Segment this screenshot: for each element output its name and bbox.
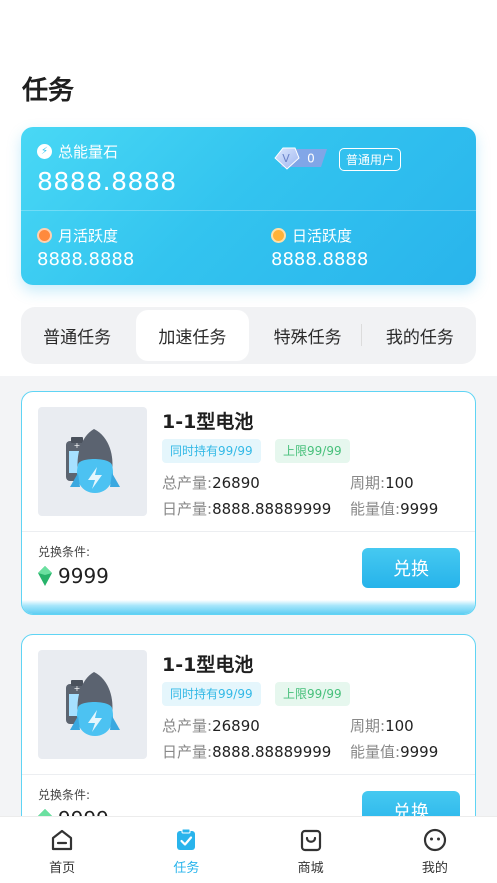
daily-output-value: 8888.88889999 (212, 743, 332, 761)
total-output: 总产量:26890 (162, 474, 260, 492)
nav-shop-label: 商城 (297, 861, 324, 876)
daily-activity-label-text: 日活跃度 (292, 227, 353, 245)
total-output: 总产量:26890 (162, 717, 260, 735)
task-category-tabs: 普通任务 加速任务 特殊任务 我的任务 (21, 307, 476, 364)
tab-special-tasks[interactable]: 特殊任务 (252, 307, 364, 364)
vip-level-number: 0 (307, 152, 315, 166)
nav-tasks-label: 任务 (173, 861, 200, 876)
energy-value-number: 9999 (400, 743, 439, 761)
period-value: 100 (385, 717, 414, 735)
shop-icon (300, 829, 321, 852)
limit-chip: 上限99/99 (275, 439, 350, 463)
total-energy-label-text: 总能量石 (58, 143, 119, 161)
task-icon (177, 828, 196, 850)
task-title: 1-1型电池 (162, 654, 254, 676)
tab-my-tasks[interactable]: 我的任务 (364, 307, 476, 364)
exchange-condition-label: 兑换条件: (38, 788, 91, 802)
exchange-cost: 9999 (58, 564, 109, 588)
monthly-activity-label: 月活跃度 (37, 225, 118, 246)
tab-normal-tasks[interactable]: 普通任务 (21, 307, 133, 364)
energy-value: 能量值:9999 (350, 743, 439, 761)
home-icon (52, 829, 73, 851)
nav-profile-label: 我的 (421, 861, 448, 876)
tab-speedup-tasks[interactable]: 加速任务 (136, 310, 249, 361)
nav-tasks[interactable]: 任务 (124, 817, 248, 883)
card-bottom-bar (22, 600, 475, 614)
bolt-icon: ⚡ (37, 144, 52, 159)
total-energy-value: 8888.8888 (37, 167, 177, 196)
green-gem-icon (38, 566, 52, 586)
svg-text:V: V (282, 152, 290, 165)
total-output-value: 26890 (212, 474, 260, 492)
period: 周期:100 (350, 717, 414, 735)
vip-level-badge: V 0 (274, 147, 327, 170)
task-list: + 1-1型电池 同时持有99/99 上限99/99 总产量:26890 周期:… (0, 376, 497, 858)
flame-icon (37, 228, 52, 243)
total-energy-label: ⚡ 总能量石 (37, 141, 118, 162)
energy-stats-card: ⚡ 总能量石 8888.8888 V 0 普通用户 月活跃度 8888.8888… (21, 127, 476, 285)
task-card: + 1-1型电池 同时持有99/99 上限99/99 总产量:26890 周期:… (21, 391, 476, 615)
energy-value: 能量值:9999 (350, 500, 439, 518)
profile-icon (423, 828, 446, 852)
sun-icon (271, 228, 286, 243)
exchange-condition-value: 9999 (38, 564, 109, 588)
exchange-button[interactable]: 兑换 (362, 548, 460, 588)
monthly-activity-label-text: 月活跃度 (58, 227, 119, 245)
nav-shop[interactable]: 商城 (249, 817, 373, 883)
card-divider (22, 774, 475, 775)
svg-text:+: + (74, 441, 81, 450)
battery-rocket-icon: + (66, 429, 120, 493)
period: 周期:100 (350, 474, 414, 492)
tab-separator (361, 324, 362, 346)
daily-output: 日产量:8888.88889999 (162, 743, 332, 761)
page-title: 任务 (22, 76, 75, 106)
exchange-condition-label: 兑换条件: (38, 545, 91, 559)
task-thumbnail: + (38, 650, 147, 759)
user-level-tag: 普通用户 (339, 148, 402, 171)
monthly-activity-value: 8888.8888 (37, 249, 135, 270)
daily-output-value: 8888.88889999 (212, 500, 332, 518)
hold-count-chip: 同时持有99/99 (162, 682, 261, 706)
task-thumbnail: + (38, 407, 147, 516)
energy-value-number: 9999 (400, 500, 439, 518)
bottom-navigation: 首页 任务 商城 我的 (0, 816, 497, 883)
battery-rocket-icon: + (66, 672, 120, 736)
nav-home-label: 首页 (49, 861, 76, 876)
card-divider (22, 531, 475, 532)
period-value: 100 (385, 474, 414, 492)
stats-divider (21, 210, 476, 211)
daily-activity-label: 日活跃度 (271, 225, 352, 246)
svg-text:+: + (74, 684, 81, 693)
hold-count-chip: 同时持有99/99 (162, 439, 261, 463)
task-title: 1-1型电池 (162, 411, 254, 433)
limit-chip: 上限99/99 (275, 682, 350, 706)
daily-activity-value: 8888.8888 (271, 249, 369, 270)
daily-output: 日产量:8888.88889999 (162, 500, 332, 518)
total-output-value: 26890 (212, 717, 260, 735)
nav-profile[interactable]: 我的 (373, 817, 497, 883)
nav-home[interactable]: 首页 (0, 817, 124, 883)
